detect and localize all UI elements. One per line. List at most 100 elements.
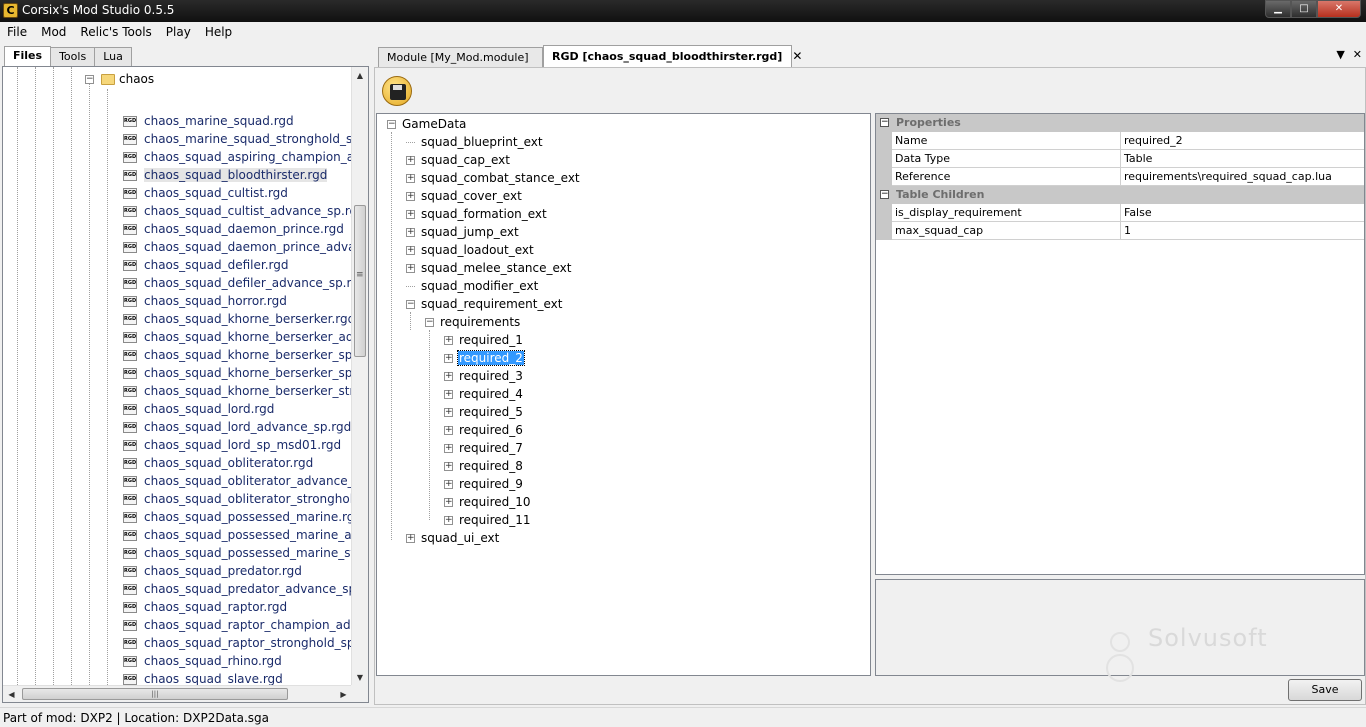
property-value[interactable]: False [1121,204,1364,222]
file-item[interactable]: RGD chaos_squad_cultist_advance_sp.rgd [123,202,355,220]
scroll-up-icon[interactable]: ▲ [352,67,368,84]
file-item[interactable]: RGD chaos_squad_possessed_marine_advance_… [123,526,355,544]
save-disk-icon[interactable] [382,76,412,106]
tree-node[interactable]: + squad_combat_stance_ext [406,169,581,187]
tree-node[interactable]: − squad_requirement_ext [406,295,563,313]
save-button[interactable]: Save [1288,679,1362,701]
tab-dropdown-icon[interactable]: ▼ [1336,48,1344,61]
expand-icon[interactable]: + [406,155,415,165]
property-value[interactable]: requirements\required_squad_cap.lua [1121,168,1364,186]
property-row[interactable]: Data Type Table [876,150,1364,168]
file-item[interactable]: RGD chaos_squad_bloodthirster.rgd [123,166,355,184]
tree-node[interactable]: squad_blueprint_ext [406,133,544,151]
tree-node-required[interactable]: + required_4 [444,385,524,403]
property-value[interactable]: required_2 [1121,132,1364,150]
menu-file[interactable]: File [0,25,34,39]
expand-icon[interactable]: + [444,407,453,417]
category-properties[interactable]: − Properties [876,114,1364,132]
tab-lua[interactable]: Lua [94,47,132,66]
property-row[interactable]: Name required_2 [876,132,1364,150]
expand-icon[interactable]: + [406,263,415,273]
expand-icon[interactable]: + [444,515,453,525]
file-item[interactable]: RGD chaos_squad_lord_advance_sp.rgd [123,418,355,436]
expand-icon[interactable]: + [406,191,415,201]
file-item[interactable]: RGD chaos_squad_khorne_berserker_sp_msd01… [123,364,355,382]
file-item[interactable]: RGD chaos_squad_lord.rgd [123,400,355,418]
expand-icon[interactable]: + [444,425,453,435]
menu-help[interactable]: Help [198,25,239,39]
expand-icon[interactable]: + [444,389,453,399]
expand-icon[interactable]: + [444,443,453,453]
tree-node[interactable]: + squad_loadout_ext [406,241,535,259]
minimize-button[interactable]: ▁ [1265,0,1291,18]
file-item[interactable]: RGD chaos_squad_obliterator_advance_sp.rg… [123,472,355,490]
file-item[interactable]: RGD chaos_squad_daemon_prince_advance_sp.… [123,238,355,256]
file-item[interactable]: RGD chaos_squad_lord_sp_msd01.rgd [123,436,355,454]
file-item[interactable]: RGD chaos_squad_predator_advance_sp.rgd [123,580,355,598]
expand-icon[interactable]: + [406,209,415,219]
file-item[interactable]: RGD chaos_squad_defiler.rgd [123,256,355,274]
expand-icon[interactable]: + [406,227,415,237]
property-row[interactable]: max_squad_cap 1 [876,222,1364,240]
property-row[interactable]: Reference requirements\required_squad_cap… [876,168,1364,186]
expand-icon[interactable]: + [406,173,415,183]
vertical-scrollbar[interactable]: ▲ ≡ ▼ [351,67,368,686]
collapse-icon[interactable]: − [880,190,889,199]
tree-node-required[interactable]: + required_10 [444,493,532,511]
expand-icon[interactable]: + [444,371,453,381]
file-item[interactable]: RGD chaos_squad_obliterator.rgd [123,454,355,472]
file-item[interactable]: RGD chaos_squad_cultist.rgd [123,184,355,202]
tree-node[interactable]: + squad_cap_ext [406,151,511,169]
file-item[interactable]: RGD chaos_squad_raptor_champion_advance_s… [123,616,355,634]
maximize-button[interactable]: □ [1291,0,1317,18]
property-row[interactable]: is_display_requirement False [876,204,1364,222]
tree-node-required[interactable]: + required_2 [444,349,525,367]
tree-node-gamedata[interactable]: − GameData [387,115,467,133]
expand-icon[interactable]: + [406,533,415,543]
collapse-icon[interactable]: − [880,118,889,127]
close-button[interactable]: ✕ [1317,0,1361,18]
file-item[interactable]: RGD chaos_squad_khorne_berserker_strongho… [123,382,355,400]
tree-node[interactable]: + squad_melee_stance_ext [406,259,573,277]
tree-node[interactable]: + squad_ui_ext [406,529,500,547]
property-value[interactable]: 1 [1121,222,1364,240]
tree-node-requirements[interactable]: − requirements [425,313,521,331]
property-value[interactable]: Table [1121,150,1364,168]
tree-node-required[interactable]: + required_5 [444,403,524,421]
tab-module[interactable]: Module [My_Mod.module] [378,47,543,67]
file-item[interactable]: RGD chaos_squad_rhino.rgd [123,652,355,670]
menu-relics-tools[interactable]: Relic's Tools [73,25,158,39]
tree-node[interactable]: + squad_jump_ext [406,223,520,241]
scroll-thumb[interactable]: ||| [22,688,288,700]
file-item[interactable]: RGD chaos_squad_raptor.rgd [123,598,355,616]
collapse-icon[interactable]: − [425,317,434,327]
tree-node[interactable]: + squad_formation_ext [406,205,548,223]
tab-close-icon[interactable]: ✕ [792,49,802,63]
scroll-left-icon[interactable]: ◀ [3,686,20,702]
expand-icon[interactable]: + [406,245,415,255]
file-item[interactable]: RGD chaos_squad_daemon_prince.rgd [123,220,355,238]
expand-icon[interactable]: + [444,353,453,363]
file-item[interactable]: RGD chaos_squad_possessed_marine_strongho… [123,544,355,562]
file-item[interactable]: RGD chaos_squad_possessed_marine.rgd [123,508,355,526]
file-item[interactable]: RGD chaos_squad_khorne_berserker.rgd [123,310,355,328]
tree-node-required[interactable]: + required_9 [444,475,524,493]
file-item[interactable]: RGD chaos_marine_squad.rgd [123,112,355,130]
file-item[interactable]: RGD chaos_squad_raptor_stronghold_sp.rgd [123,634,355,652]
collapse-icon[interactable]: − [406,299,415,309]
file-item[interactable]: RGD chaos_squad_predator.rgd [123,562,355,580]
collapse-icon[interactable]: − [85,74,94,84]
scroll-right-icon[interactable]: ▶ [335,686,352,702]
scroll-down-icon[interactable]: ▼ [352,669,368,686]
tree-node-required[interactable]: + required_8 [444,457,524,475]
tree-node-required[interactable]: + required_6 [444,421,524,439]
file-item[interactable]: RGD chaos_squad_horror.rgd [123,292,355,310]
file-item[interactable]: RGD chaos_marine_squad_stronghold_sp.rgd [123,130,355,148]
file-item[interactable]: RGD chaos_squad_aspiring_champion_advance… [123,148,355,166]
folder-chaos[interactable]: − chaos [85,70,154,88]
category-table-children[interactable]: − Table Children [876,186,1364,204]
tree-node-required[interactable]: + required_1 [444,331,524,349]
menu-play[interactable]: Play [159,25,198,39]
tab-files[interactable]: Files [4,46,52,66]
horizontal-scrollbar[interactable]: ◀ ||| ▶ [3,685,352,702]
